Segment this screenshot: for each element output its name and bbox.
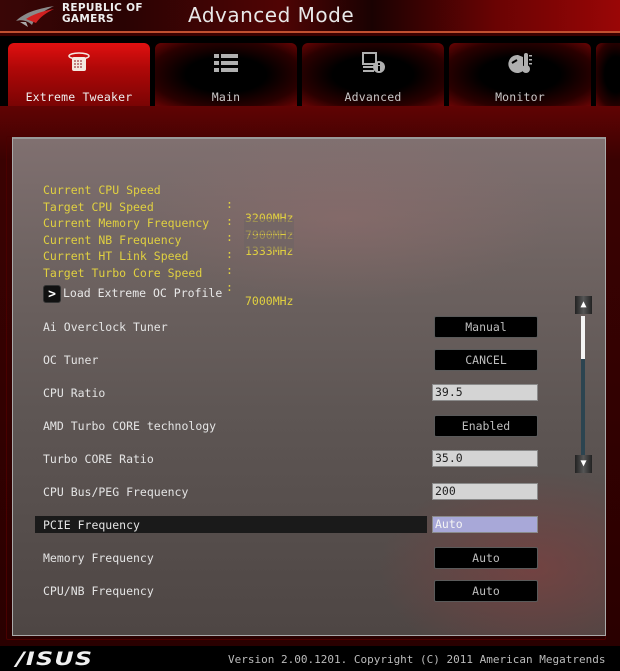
mode-title: Advanced Mode xyxy=(188,3,355,27)
setting-label: AMD Turbo CORE technology xyxy=(43,419,217,433)
info-colon: : xyxy=(226,197,233,211)
brand-line-2: GAMERS xyxy=(62,13,114,25)
info-colon: : xyxy=(226,280,233,294)
list-icon xyxy=(214,54,238,72)
memory-frequency-select[interactable]: Auto xyxy=(434,547,538,569)
oc-tuner-select[interactable]: CANCEL xyxy=(434,349,538,371)
tab-main[interactable]: Main xyxy=(155,43,297,106)
tab-advanced[interactable]: Advanced xyxy=(302,43,444,106)
advanced-info-icon xyxy=(362,52,385,73)
info-row: Current CPU Speed : 3200MHz xyxy=(43,169,293,225)
tab-monitor[interactable]: Monitor xyxy=(449,43,591,106)
info-value: 7000MHz xyxy=(245,294,294,308)
settings-panel: Current CPU Speed : 3200MHz Target CPU S… xyxy=(12,137,606,636)
tab-label: Main xyxy=(211,90,241,104)
info-colon: : xyxy=(226,230,233,244)
setting-label: CPU/NB Frequency xyxy=(43,584,154,598)
scroll-down-button[interactable]: ▼ xyxy=(575,455,592,473)
setting-turbo-core-ratio[interactable]: Turbo CORE Ratio 35.0 xyxy=(35,448,555,470)
cpu-bus-peg-frequency-input[interactable]: 200 xyxy=(432,483,538,500)
footer-bar: /ISUS Version 2.00.1201. Copyright (C) 2… xyxy=(0,646,620,671)
scroll-up-button[interactable]: ▲ xyxy=(575,296,592,314)
info-row: Target Turbo Core Speed : 7000MHz xyxy=(43,252,293,308)
rog-eye-logo-icon xyxy=(16,6,54,27)
setting-label: Ai Overclock Tuner xyxy=(43,320,168,334)
info-colon: : xyxy=(226,214,233,228)
setting-pcie-frequency[interactable]: PCIE Frequency Auto xyxy=(35,516,555,538)
turbo-core-ratio-input[interactable]: 35.0 xyxy=(432,450,538,467)
submenu-arrow-icon[interactable]: > xyxy=(43,285,61,303)
setting-label: OC Tuner xyxy=(43,353,99,367)
setting-label: CPU Bus/PEG Frequency xyxy=(43,485,189,499)
info-value-empty xyxy=(244,235,294,250)
info-label: Target Turbo Core Speed xyxy=(43,266,203,280)
scrollbar-track[interactable] xyxy=(581,316,585,455)
rog-brand-text: REPUBLIC OF GAMERS xyxy=(62,3,143,25)
setting-ai-overclock-tuner[interactable]: Ai Overclock Tuner Manual xyxy=(35,316,555,338)
tab-bar: Extreme Tweaker Main Advanced Monitor xyxy=(0,40,620,106)
header-bar: REPUBLIC OF GAMERS Advanced Mode xyxy=(0,0,620,36)
info-row: Current NB Frequency : xyxy=(43,219,294,261)
tab-label: Extreme Tweaker xyxy=(25,90,133,104)
monitor-gauge-icon xyxy=(508,53,532,73)
version-text: Version 2.00.1201. Copyright (C) 2011 Am… xyxy=(228,653,606,666)
setting-cpu-bus-peg-frequency[interactable]: CPU Bus/PEG Frequency 200 xyxy=(35,481,555,503)
info-row: Current Memory Frequency : 1333MHz xyxy=(43,202,293,258)
setting-label: Memory Frequency xyxy=(43,551,154,565)
ai-overclock-tuner-select[interactable]: Manual xyxy=(434,316,538,338)
info-colon: : xyxy=(226,247,233,261)
info-value-empty xyxy=(244,219,294,234)
info-row: Current HT Link Speed : xyxy=(43,235,294,277)
tweaker-icon xyxy=(68,52,90,71)
info-colon: : xyxy=(226,263,233,277)
scrollbar-thumb[interactable] xyxy=(581,316,585,359)
cpu-nb-frequency-select[interactable]: Auto xyxy=(434,580,538,602)
asus-logo: /ISUS xyxy=(16,648,94,670)
setting-cpu-ratio[interactable]: CPU Ratio 39.5 xyxy=(35,382,555,404)
pcie-frequency-input[interactable]: Auto xyxy=(432,516,538,533)
setting-label: Turbo CORE Ratio xyxy=(43,452,154,466)
setting-label: PCIE Frequency xyxy=(43,518,140,532)
setting-cpu-nb-frequency[interactable]: CPU/NB Frequency Auto xyxy=(35,580,555,602)
tab-label: Advanced xyxy=(344,90,402,104)
tab-extreme-tweaker[interactable]: Extreme Tweaker xyxy=(8,43,150,106)
load-profile-label: Load Extreme OC Profile xyxy=(63,286,223,300)
tab-more[interactable] xyxy=(596,43,620,106)
info-row: Target CPU Speed : 7900MHz xyxy=(43,186,293,242)
setting-amd-turbo-core[interactable]: AMD Turbo CORE technology Enabled xyxy=(35,415,555,437)
cpu-ratio-input[interactable]: 39.5 xyxy=(432,384,538,401)
setting-oc-tuner[interactable]: OC Tuner CANCEL xyxy=(35,349,555,371)
amd-turbo-core-select[interactable]: Enabled xyxy=(434,415,538,437)
setting-label: CPU Ratio xyxy=(43,386,106,400)
setting-memory-frequency[interactable]: Memory Frequency Auto xyxy=(35,547,555,569)
tab-label: Monitor xyxy=(495,90,545,104)
